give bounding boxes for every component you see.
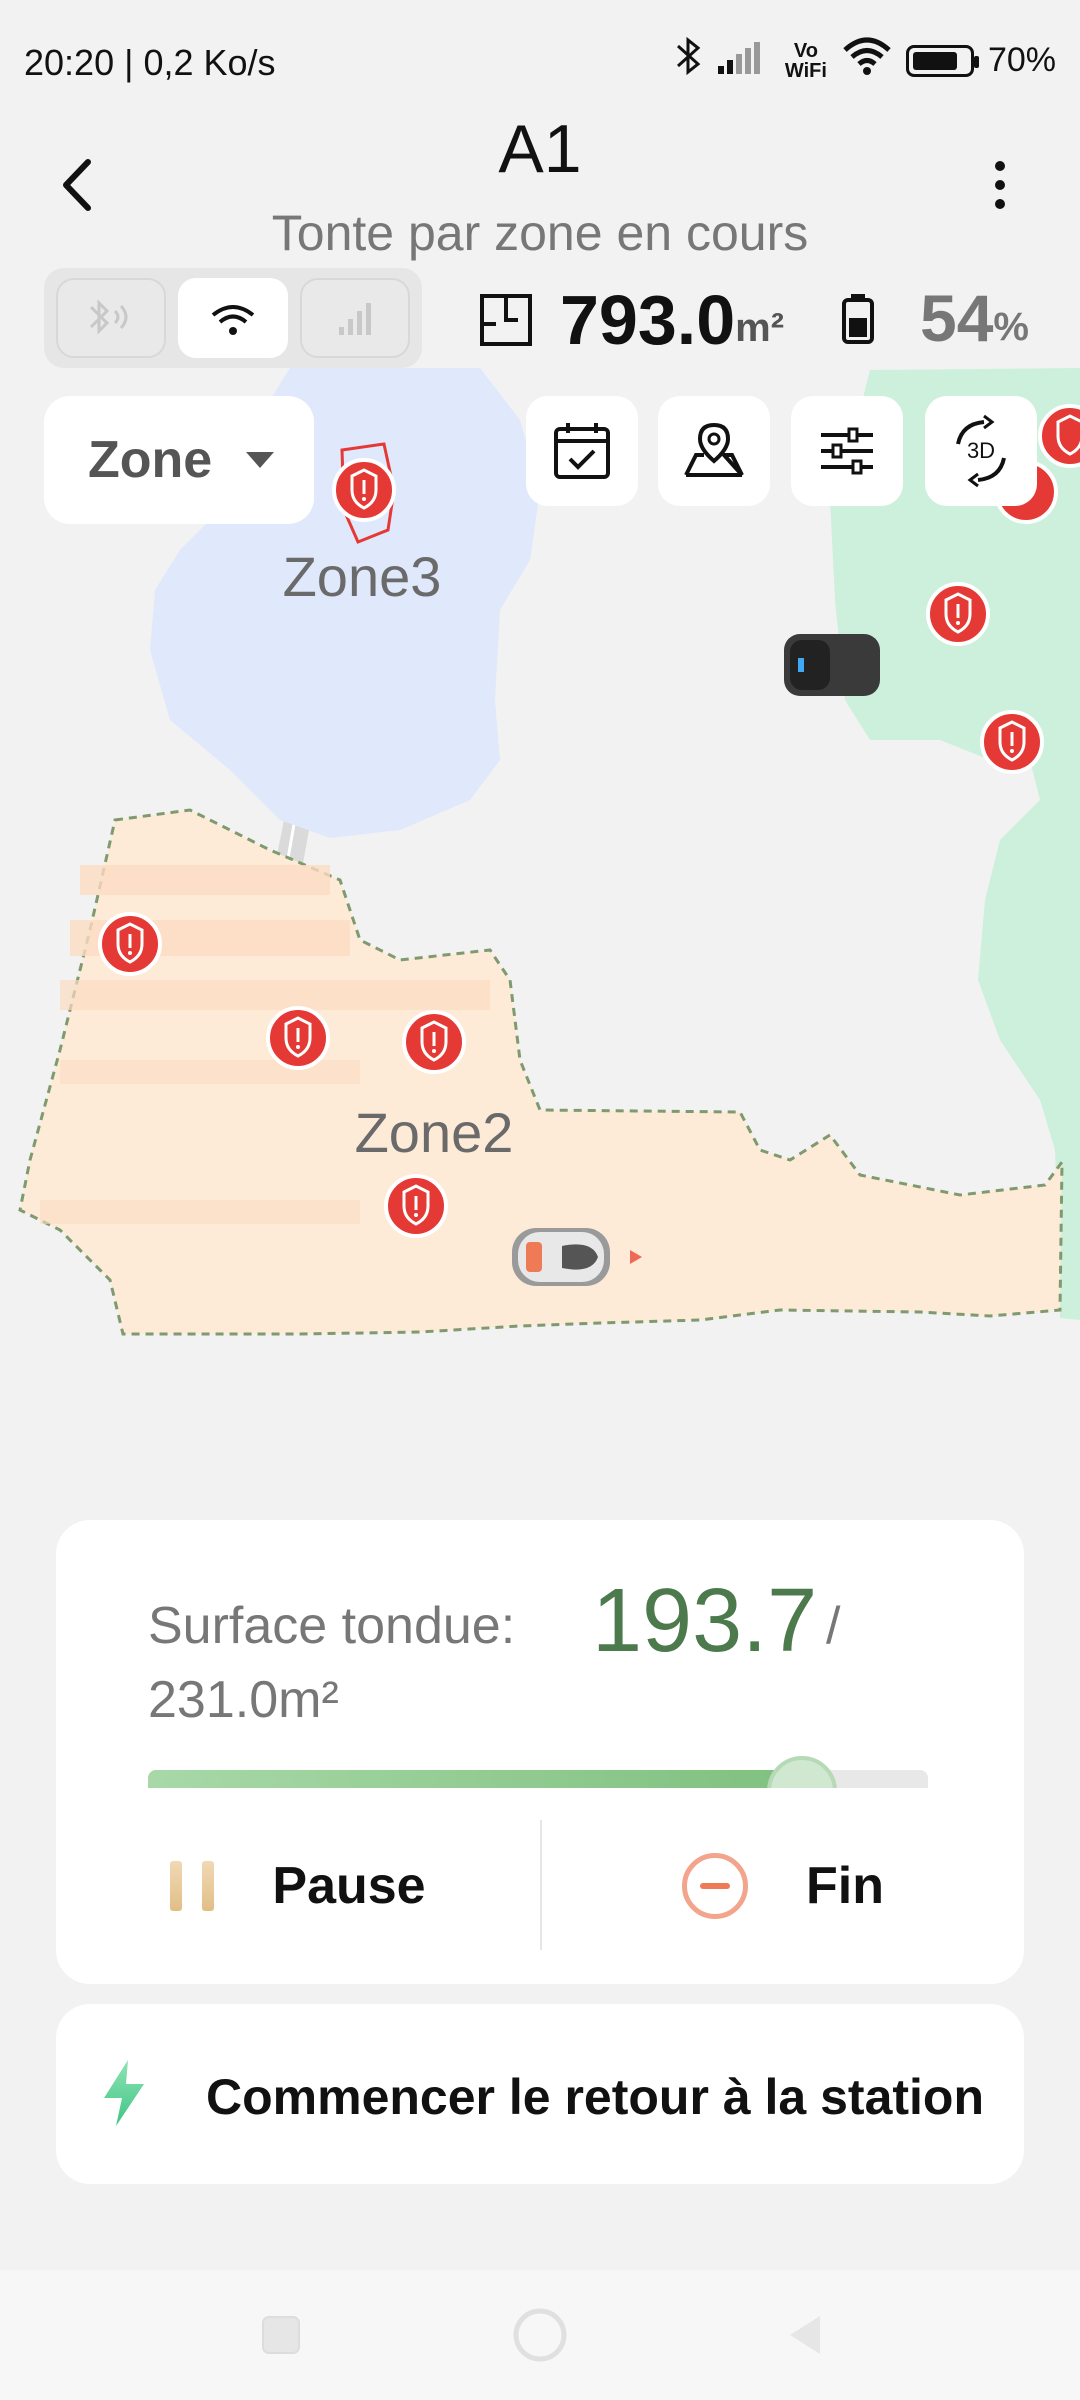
end-label: Fin: [806, 1857, 884, 1915]
square-icon: [262, 2316, 300, 2354]
page-subtitle: Tonte par zone en cours: [271, 205, 809, 261]
area-value: 793.0: [560, 281, 736, 359]
circle-icon: [513, 2308, 567, 2362]
wifi-connection-button[interactable]: [178, 278, 288, 358]
bluetooth-icon: [674, 36, 704, 85]
3d-rotate-icon: 3D: [956, 414, 1006, 488]
cellular-connection-button[interactable]: [300, 278, 410, 358]
cellular-signal-icon: [339, 303, 371, 335]
bluetooth-connection-button[interactable]: [56, 278, 166, 358]
lightning-icon: [104, 2060, 144, 2126]
vowifi-icon: Vo WiFi: [784, 39, 827, 82]
pause-label: Pause: [272, 1857, 426, 1915]
surface-mowed-value: 193.7: [592, 1571, 818, 1671]
surface-total-value: 231.0m²: [148, 1671, 339, 1729]
return-to-station-label: Commencer le retour à la station: [206, 2069, 985, 2125]
recent-apps-button[interactable]: [246, 2300, 316, 2370]
pause-icon: [170, 1861, 215, 1911]
pause-button[interactable]: Pause: [56, 1788, 540, 1984]
return-to-station-button[interactable]: Commencer le retour à la station: [56, 2004, 1024, 2184]
battery-stat: 54 %: [840, 280, 1029, 356]
charging-station-icon[interactable]: [784, 634, 880, 696]
obstacle-marker[interactable]: [98, 912, 162, 976]
obstacle-marker[interactable]: [266, 1006, 330, 1070]
end-button[interactable]: Fin: [542, 1788, 1024, 1984]
bluetooth-signal-icon: [89, 299, 128, 335]
battery-level-icon: [842, 294, 874, 344]
map-pin-icon: [684, 422, 744, 477]
caret-down-icon: [246, 452, 274, 468]
svg-text:3D: 3D: [967, 438, 995, 463]
battery-unit: %: [993, 304, 1029, 349]
surface-slash: /: [826, 1597, 841, 1655]
map-edit-button[interactable]: [658, 396, 770, 506]
area-unit: m²: [735, 305, 785, 350]
obstacle-marker[interactable]: [926, 582, 990, 646]
status-battery: 70%: [987, 41, 1056, 79]
mowing-progress-card: Surface tondue: 193.7 / 231.0m² Pause Fi…: [56, 1520, 1024, 1984]
triangle-back-icon: [790, 2316, 820, 2354]
surface-label: Surface tondue:: [148, 1597, 516, 1655]
more-menu-button[interactable]: [970, 150, 1030, 220]
zone-dropdown-label: Zone: [88, 431, 213, 489]
obstacle-marker[interactable]: [980, 710, 1044, 774]
area-stat: 793.0 m²: [478, 280, 784, 360]
obstacle-marker[interactable]: [1038, 404, 1080, 468]
stop-icon: [682, 1853, 748, 1919]
connection-selector: [44, 268, 422, 368]
zone3-label: Zone3: [283, 545, 442, 608]
header: A1 Tonte par zone en cours: [0, 100, 1080, 270]
system-nav-bar: [0, 2270, 1080, 2400]
more-vertical-icon: [995, 161, 1005, 209]
settings-button[interactable]: [791, 396, 903, 506]
home-button[interactable]: [505, 2300, 575, 2370]
obstacle-marker[interactable]: [384, 1174, 448, 1238]
battery-icon: [905, 44, 979, 77]
sliders-icon: [821, 427, 873, 475]
calendar-check-icon: [554, 423, 610, 479]
app-screen: 20:20 | 0,2 Ko/s Vo WiFi 70% A1 Tonte pa…: [0, 0, 1080, 2400]
schedule-button[interactable]: [526, 396, 638, 506]
zone-dropdown[interactable]: Zone: [44, 396, 314, 524]
obstacle-marker[interactable]: [402, 1010, 466, 1074]
3d-view-button[interactable]: 3D: [925, 396, 1037, 506]
back-nav-button[interactable]: [770, 2300, 840, 2370]
wifi-icon: [211, 305, 255, 335]
page-title: A1: [498, 111, 582, 187]
zone2-label: Zone2: [355, 1101, 514, 1164]
floor-plan-icon: [480, 294, 532, 346]
battery-value: 54: [920, 281, 994, 355]
wifi-icon: [842, 36, 892, 85]
signal-icon: [717, 38, 770, 83]
status-time: 20:20 | 0,2 Ko/s: [24, 42, 276, 83]
status-icons: Vo WiFi 70%: [674, 36, 1056, 85]
